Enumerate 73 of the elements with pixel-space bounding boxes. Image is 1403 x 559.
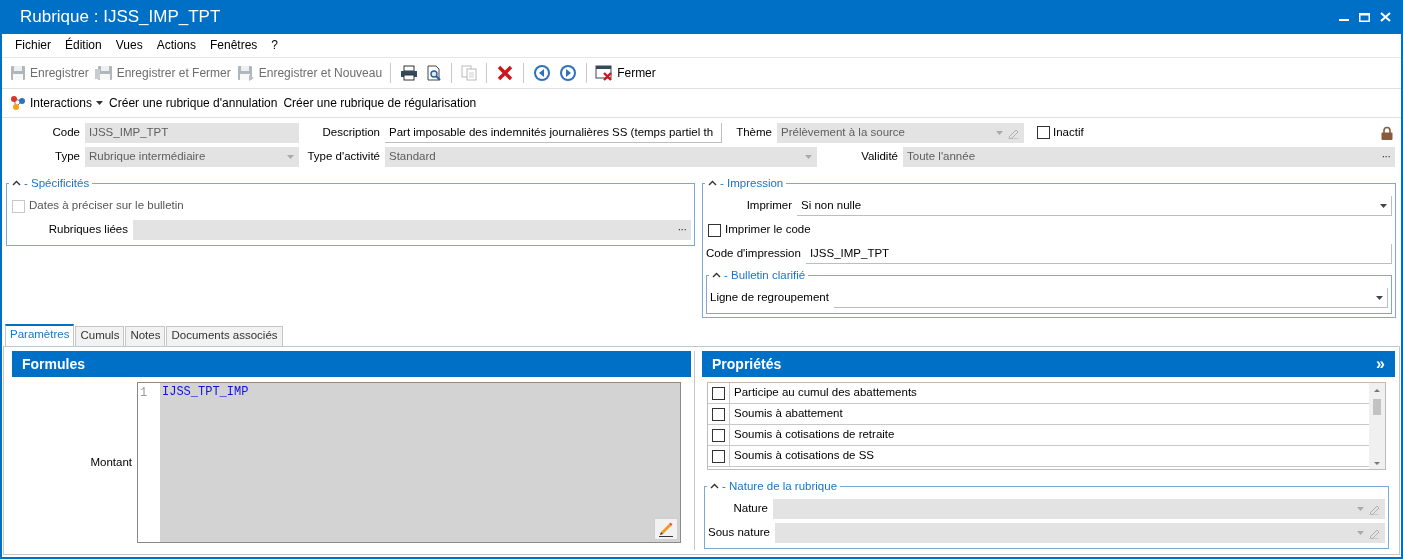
expand-button[interactable]: » — [1376, 354, 1385, 374]
group-title: - Bulletin clarifié — [724, 268, 806, 282]
property-label: Soumis à cotisations de retraite — [733, 427, 895, 443]
delete-icon[interactable] — [496, 64, 515, 82]
checkbox-label: Dates à préciser sur le bulletin — [29, 199, 184, 213]
field-label: Code — [51, 126, 80, 140]
dropdown-button[interactable]: Interactions — [10, 95, 104, 111]
text-field[interactable]: IJSS_IMP_TPT — [805, 244, 1392, 264]
field-label: Imprimer — [745, 199, 792, 213]
caret-icon[interactable] — [1376, 295, 1383, 300]
window-title: Rubrique : IJSS_IMP_TPT — [20, 6, 221, 28]
printer-icon[interactable] — [400, 65, 419, 81]
panel-header: Propriétés — [712, 355, 782, 373]
group-title: - Impression — [720, 176, 784, 190]
tab[interactable]: Paramètres — [5, 324, 75, 346]
checkbox-label: Imprimer le code — [725, 223, 811, 237]
tab[interactable]: Documents associés — [166, 326, 283, 346]
group-title: - Spécificités — [24, 176, 90, 190]
field-label: Thème — [735, 126, 772, 140]
checkbox-label: Inactif — [1053, 126, 1084, 140]
menu-item[interactable]: Fenêtres — [203, 38, 265, 53]
dropdown-field[interactable]: Si non nulle — [797, 196, 1392, 216]
menu-item[interactable]: Vues — [108, 38, 150, 53]
checkbox[interactable] — [712, 449, 725, 463]
field-label: Type d'activité — [306, 150, 380, 164]
group-title: - Nature de la rubrique — [722, 479, 838, 493]
code-editor[interactable]: 1 IJSS_TPT_IMP — [137, 382, 681, 543]
chevron-up-icon[interactable] — [12, 180, 21, 186]
checkbox[interactable] — [712, 386, 725, 400]
field-label: Ligne de regroupement — [710, 291, 829, 305]
forward-icon[interactable] — [559, 64, 578, 82]
menu-item[interactable]: Fichier — [8, 38, 58, 53]
field-label: Type — [54, 150, 80, 164]
tab[interactable]: Cumuls — [75, 326, 125, 346]
menu-item[interactable]: ? — [264, 38, 286, 53]
network-icon — [10, 95, 26, 111]
tab[interactable]: Notes — [125, 326, 166, 346]
checkbox[interactable] — [708, 223, 721, 237]
chevron-up-icon[interactable] — [712, 272, 721, 278]
property-label: Soumis à cotisations de SS — [733, 448, 874, 464]
panel-header: Formules — [12, 351, 691, 377]
field-label: Nature — [732, 502, 768, 516]
field-label: Description — [321, 126, 380, 140]
property-label: Soumis à abattement — [733, 406, 843, 422]
action-link[interactable]: Créer une rubrique de régularisation — [283, 95, 477, 111]
chevron-up-icon[interactable] — [710, 483, 719, 489]
caret-icon[interactable] — [96, 101, 104, 105]
toolbar-button[interactable]: Fermer — [593, 63, 658, 83]
edit-button[interactable] — [654, 518, 678, 540]
close-window-icon — [595, 65, 614, 81]
menu-item[interactable]: Actions — [149, 38, 203, 53]
chevron-up-icon[interactable] — [708, 180, 717, 186]
checkbox[interactable] — [1037, 126, 1050, 140]
field-label: Montant — [89, 455, 132, 470]
checkbox[interactable] — [712, 428, 725, 442]
caret-icon[interactable] — [1380, 203, 1387, 208]
checkbox[interactable] — [712, 407, 725, 421]
print-preview-icon[interactable] — [426, 65, 443, 81]
field-label: Sous nature — [708, 526, 770, 540]
field-label: Rubriques liées — [47, 223, 128, 237]
pencil-icon — [658, 521, 674, 537]
field-label: Code d'impression — [706, 247, 801, 261]
close-icon[interactable] — [1380, 12, 1391, 22]
maximize-icon[interactable] — [1359, 12, 1370, 22]
text-field[interactable]: Part imposable des indemnités journalières SS (temps partiel th — [385, 123, 722, 143]
action-link[interactable]: Créer une rubrique d'annulation — [109, 95, 278, 111]
scrollbar[interactable] — [1369, 383, 1385, 469]
code-line: IJSS_TPT_IMP — [162, 385, 250, 400]
back-icon[interactable] — [533, 64, 552, 82]
field-label: Validité — [860, 150, 898, 164]
menu-item[interactable]: Édition — [58, 38, 109, 53]
property-label: Participe au cumul des abattements — [733, 385, 917, 401]
line-number: 1 — [140, 386, 149, 401]
